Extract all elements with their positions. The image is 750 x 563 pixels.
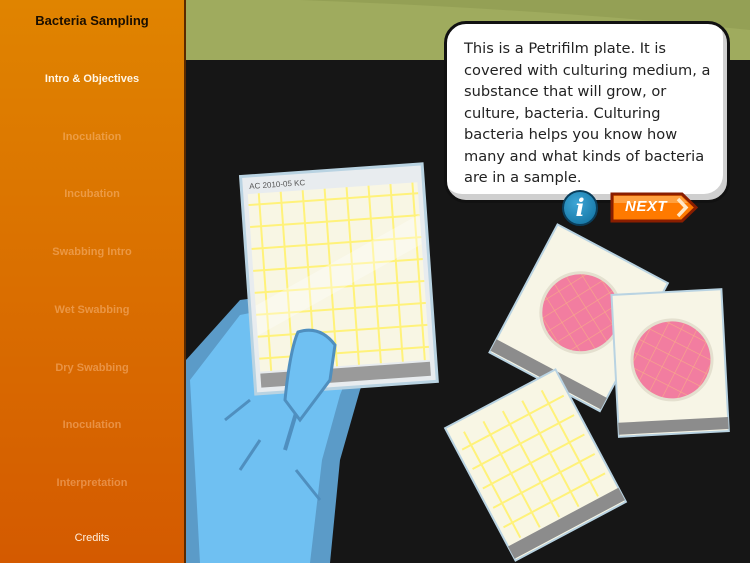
next-button[interactable]: NEXT <box>610 192 699 223</box>
nav-wet-swabbing[interactable]: Wet Swabbing <box>0 304 184 316</box>
nav-inoculation[interactable]: Inoculation <box>0 131 184 143</box>
nav-incubation[interactable]: Incubation <box>0 188 184 200</box>
nav-intro-objectives[interactable]: Intro & Objectives <box>0 73 184 85</box>
petrifilm-plate-pink-2 <box>610 288 730 438</box>
instruction-text: This is a Petrifilm plate. It is covered… <box>464 40 711 186</box>
info-button[interactable]: i <box>562 190 598 226</box>
info-icon: i <box>575 193 585 222</box>
app-title: Bacteria Sampling <box>35 13 149 28</box>
petrifilm-plate-main: AC 2010-05 KC <box>238 162 439 396</box>
nav-interpretation[interactable]: Interpretation <box>0 477 184 489</box>
instruction-bubble: This is a Petrifilm plate. It is covered… <box>444 21 730 203</box>
nav-dry-swabbing[interactable]: Dry Swabbing <box>0 362 184 374</box>
nav-swabbing-intro[interactable]: Swabbing Intro <box>0 246 184 258</box>
nav-credits[interactable]: Credits <box>0 532 184 544</box>
sidebar: Bacteria Sampling Intro & Objectives Ino… <box>0 0 186 563</box>
nav-inoculation-2[interactable]: Inoculation <box>0 419 184 431</box>
next-label: NEXT <box>625 198 668 215</box>
